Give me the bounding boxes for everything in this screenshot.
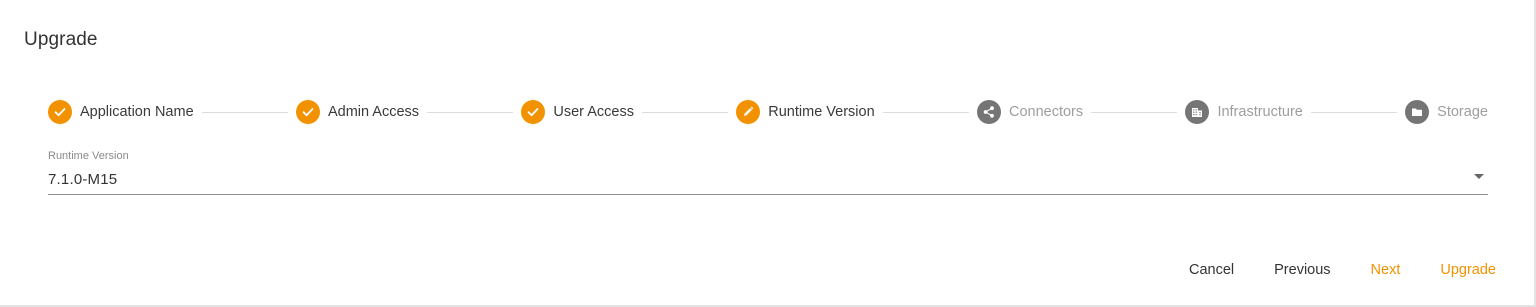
step-label: Infrastructure — [1217, 104, 1303, 120]
check-icon — [521, 100, 546, 124]
step-label: Storage — [1437, 104, 1488, 120]
upgrade-dialog: Upgrade Application Name Admin Access Us… — [0, 0, 1536, 307]
runtime-version-label: Runtime Version — [48, 150, 129, 162]
next-button[interactable]: Next — [1371, 262, 1401, 278]
runtime-version-select[interactable]: 7.1.0-M15 — [48, 169, 1488, 195]
step-connector — [1091, 111, 1178, 113]
upgrade-button[interactable]: Upgrade — [1440, 262, 1496, 278]
step-connector — [1310, 111, 1398, 113]
share-icon — [976, 100, 1001, 124]
step-user-access[interactable]: User Access — [521, 100, 634, 124]
step-infrastructure[interactable]: Infrastructure — [1185, 100, 1303, 124]
runtime-version-field: Runtime Version 7.1.0-M15 — [48, 150, 1488, 195]
step-connector — [882, 111, 969, 113]
step-label: Connectors — [1008, 104, 1084, 120]
step-connector — [427, 111, 514, 113]
runtime-version-value: 7.1.0-M15 — [48, 171, 118, 188]
check-icon — [295, 100, 320, 124]
step-label: Admin Access — [327, 104, 420, 120]
step-label: User Access — [553, 104, 634, 120]
step-label: Runtime Version — [768, 104, 875, 120]
step-runtime-version[interactable]: Runtime Version — [736, 100, 875, 124]
cancel-button[interactable]: Cancel — [1189, 262, 1234, 278]
previous-button[interactable]: Previous — [1274, 262, 1330, 278]
stepper: Application Name Admin Access User Acces… — [48, 99, 1488, 125]
dialog-actions: Cancel Previous Next Upgrade — [1149, 262, 1496, 278]
step-label: Application Name — [80, 104, 194, 120]
step-admin-access[interactable]: Admin Access — [295, 100, 420, 124]
step-storage[interactable]: Storage — [1405, 100, 1488, 124]
dialog-title: Upgrade — [24, 29, 98, 50]
step-connector — [201, 111, 288, 113]
step-connectors[interactable]: Connectors — [976, 100, 1084, 124]
folder-icon — [1405, 100, 1430, 124]
check-icon — [48, 100, 72, 124]
step-application-name[interactable]: Application Name — [48, 100, 194, 124]
building-icon — [1185, 100, 1210, 124]
step-connector — [641, 111, 729, 113]
pencil-icon — [736, 100, 761, 124]
dropdown-arrow-icon[interactable] — [1474, 174, 1484, 179]
